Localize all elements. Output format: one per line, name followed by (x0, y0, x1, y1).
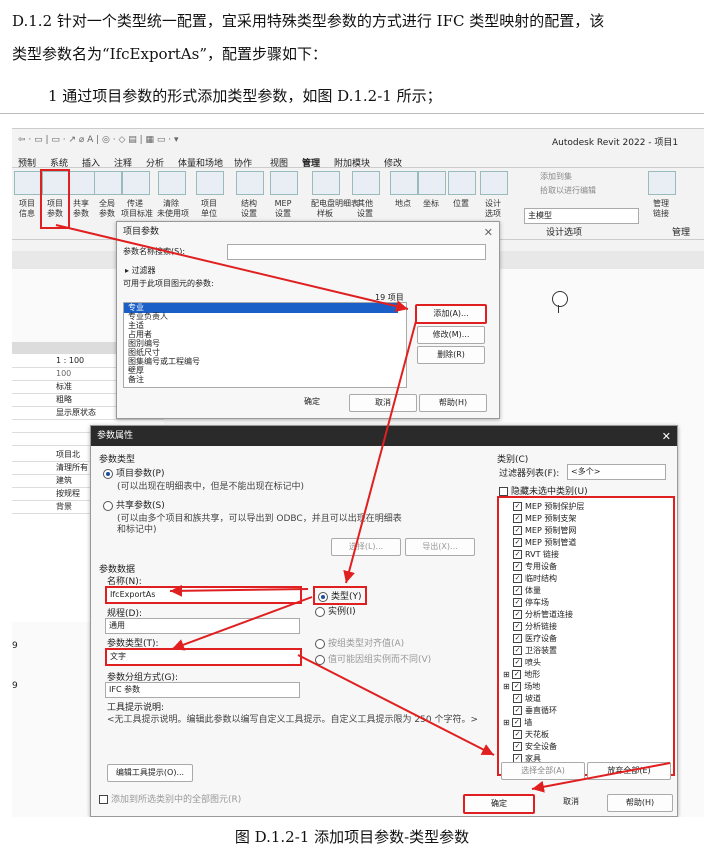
arrow-to-name (169, 584, 309, 597)
doc-paragraph-line1: D.1.2 针对一个类型统一配置，宜采用特殊类型参数的方式进行 IFC 类型映射… (12, 12, 605, 30)
arrow-to-param-type (171, 596, 313, 651)
arrow-to-categories (297, 654, 495, 756)
arrow-to-type (343, 320, 417, 584)
doc-step1: 1 通过项目参数的形式添加类型参数，如图 D.1.2-1 所示； (48, 87, 442, 105)
page-divider (0, 113, 704, 122)
figure-caption: 图 D.1.2-1 添加项目参数-类型参数 (234, 828, 470, 846)
arrow-to-add (55, 224, 409, 313)
revit-screenshot: ⇦ · ▭ | ▭ · ↗ ⌀ A | ◎ · ◇ ▤ | ▦ ▭ · ▾ Au… (12, 128, 704, 817)
arrow-to-ok (531, 762, 671, 793)
annotation-arrows (55, 224, 671, 793)
doc-paragraph-line2: 类型参数名为“IfcExportAs”，配置步骤如下： (12, 45, 327, 63)
